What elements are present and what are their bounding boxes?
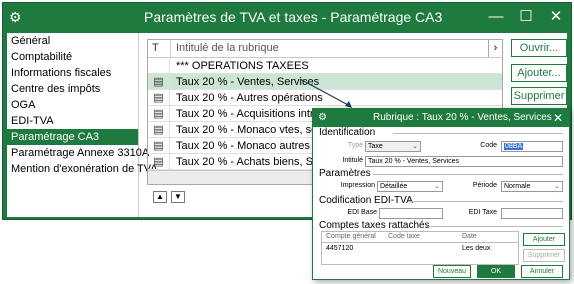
add-button[interactable]: Ajouter... xyxy=(511,64,567,82)
impression-label: Impression xyxy=(340,182,375,189)
document-icon: ▤ xyxy=(148,106,170,122)
divider xyxy=(409,201,563,202)
add-account-button[interactable]: Ajouter xyxy=(523,233,565,246)
chevron-down-icon: ⌄ xyxy=(554,183,560,190)
section-codification: Codification EDI-TVA xyxy=(319,195,413,206)
code-value: 08BA xyxy=(504,143,524,150)
intitule-field[interactable]: Taux 20 % - Ventes, Services xyxy=(365,156,563,167)
edi-base-field[interactable] xyxy=(379,208,443,219)
impression-value: Détaillée xyxy=(380,183,408,190)
sidebar-item-comptabilite[interactable]: Comptabilité xyxy=(7,49,138,65)
divider xyxy=(373,174,563,175)
chevron-down-icon: ⌄ xyxy=(434,183,440,190)
divider xyxy=(425,226,563,227)
ok-button[interactable]: OK xyxy=(477,265,515,278)
periode-select[interactable]: Normale ⌄ xyxy=(501,181,563,192)
minimize-icon[interactable]: — xyxy=(485,6,507,28)
table-row[interactable]: *** OPERATIONS TAXEES xyxy=(148,58,502,74)
dialog-title: Rubrique : Taux 20 % - Ventes, Services xyxy=(373,112,552,123)
row-date[interactable]: Les deux xyxy=(462,245,490,252)
column-header-type[interactable]: T xyxy=(152,42,159,54)
divider xyxy=(393,133,563,134)
type-label: Type xyxy=(347,142,363,149)
sidebar: Général Comptabilité Informations fiscal… xyxy=(7,33,158,217)
row-label: *** OPERATIONS TAXEES xyxy=(176,60,309,72)
row-label: Taux 20 % - Acquisitions intraco xyxy=(176,108,332,120)
column-separator xyxy=(170,40,171,58)
type-select: Taxe ⌄ xyxy=(365,141,421,152)
intitule-value: Taux 20 % - Ventes, Services xyxy=(368,158,460,165)
intitule-label: Intitulé xyxy=(342,157,363,164)
dialog-title-bar[interactable]: ⚙ Rubrique : Taux 20 % - Ventes, Service… xyxy=(313,109,569,127)
column-header-intitule[interactable]: Intitulé de la rubrique xyxy=(176,42,279,54)
move-up-button[interactable]: ▲ xyxy=(153,191,167,203)
remove-account-button[interactable]: Supprimer xyxy=(523,249,565,262)
sidebar-item-general[interactable]: Général xyxy=(7,33,138,49)
sidebar-item-parametrage-annexe[interactable]: Paramétrage Annexe 3310A xyxy=(7,145,149,161)
row-type-cell xyxy=(148,58,170,74)
title-bar[interactable]: ⚙ Paramètres de TVA et taxes - Paramétra… xyxy=(3,3,571,33)
app-icon: ⚙ xyxy=(9,9,22,25)
comptes-table: Compte général Code taxe Date 4457120 Le… xyxy=(321,231,519,265)
table-row[interactable]: ▤ Taux 20 % - Ventes, Services xyxy=(148,74,502,90)
close-icon[interactable]: ✕ xyxy=(545,6,567,28)
section-parametres: Paramètres xyxy=(319,168,371,179)
sidebar-item-informations-fiscales[interactable]: Informations fiscales xyxy=(7,65,138,81)
chevron-right-icon[interactable]: › xyxy=(488,40,502,57)
chevron-down-icon: ⌄ xyxy=(412,143,418,150)
code-field[interactable]: 08BA xyxy=(501,141,563,152)
document-icon: ▤ xyxy=(148,90,170,106)
periode-label: Période xyxy=(472,182,497,189)
move-down-button[interactable]: ▼ xyxy=(171,191,185,203)
row-compte[interactable]: 4457120 xyxy=(326,245,353,252)
window-title: Paramètres de TVA et taxes - Paramétrage… xyxy=(144,9,443,25)
row-label: Taux 20 % - Ventes, Services xyxy=(176,76,320,88)
delete-button[interactable]: Supprimer xyxy=(511,87,567,105)
table-row[interactable]: ▤ Taux 20 % - Autres opérations xyxy=(148,90,502,106)
document-icon: ▤ xyxy=(148,154,170,170)
dialog-icon: ⚙ xyxy=(318,112,327,123)
edi-taxe-field[interactable] xyxy=(501,208,563,219)
document-icon: ▤ xyxy=(148,74,170,90)
section-comptes: Comptes taxes rattachés xyxy=(319,220,430,231)
sidebar-item-mention-exoneration[interactable]: Mention d'exonération de TVA xyxy=(7,161,158,177)
impression-select[interactable]: Détaillée ⌄ xyxy=(377,181,443,192)
open-button[interactable]: Ouvrir... xyxy=(511,39,567,57)
code-label: Code xyxy=(480,142,497,149)
sidebar-item-edi-tva[interactable]: EDI-TVA xyxy=(7,113,138,129)
row-label: Taux 20 % - Autres opérations xyxy=(176,92,323,104)
sidebar-item-oga[interactable]: OGA xyxy=(7,97,138,113)
type-value: Taxe xyxy=(368,143,383,150)
grid-header: T Intitulé de la rubrique › xyxy=(148,40,502,58)
edi-taxe-label: EDI Taxe xyxy=(468,209,497,216)
close-icon[interactable]: ✕ xyxy=(553,109,563,127)
periode-value: Normale xyxy=(504,183,531,190)
column-header-code-taxe: Code taxe xyxy=(388,233,420,240)
column-header-compte: Compte général xyxy=(326,233,376,240)
rubrique-dialog: ⚙ Rubrique : Taux 20 % - Ventes, Service… xyxy=(312,108,570,280)
edi-base-label: EDI Base xyxy=(347,209,377,216)
row-label: Taux 20 % - Monaco autres op. xyxy=(176,140,329,152)
document-icon: ▤ xyxy=(148,122,170,138)
sidebar-item-parametrage-ca3[interactable]: Paramétrage CA3 xyxy=(7,129,138,145)
column-header-date: Date xyxy=(462,233,477,240)
divider xyxy=(322,242,518,243)
cancel-button[interactable]: Annuler xyxy=(521,265,563,278)
maximize-icon[interactable]: ☐ xyxy=(515,6,537,28)
sidebar-item-centre-impots[interactable]: Centre des impôts xyxy=(7,81,138,97)
section-identification: Identification xyxy=(319,127,376,138)
new-button[interactable]: Nouveau xyxy=(433,265,471,278)
document-icon: ▤ xyxy=(148,138,170,154)
